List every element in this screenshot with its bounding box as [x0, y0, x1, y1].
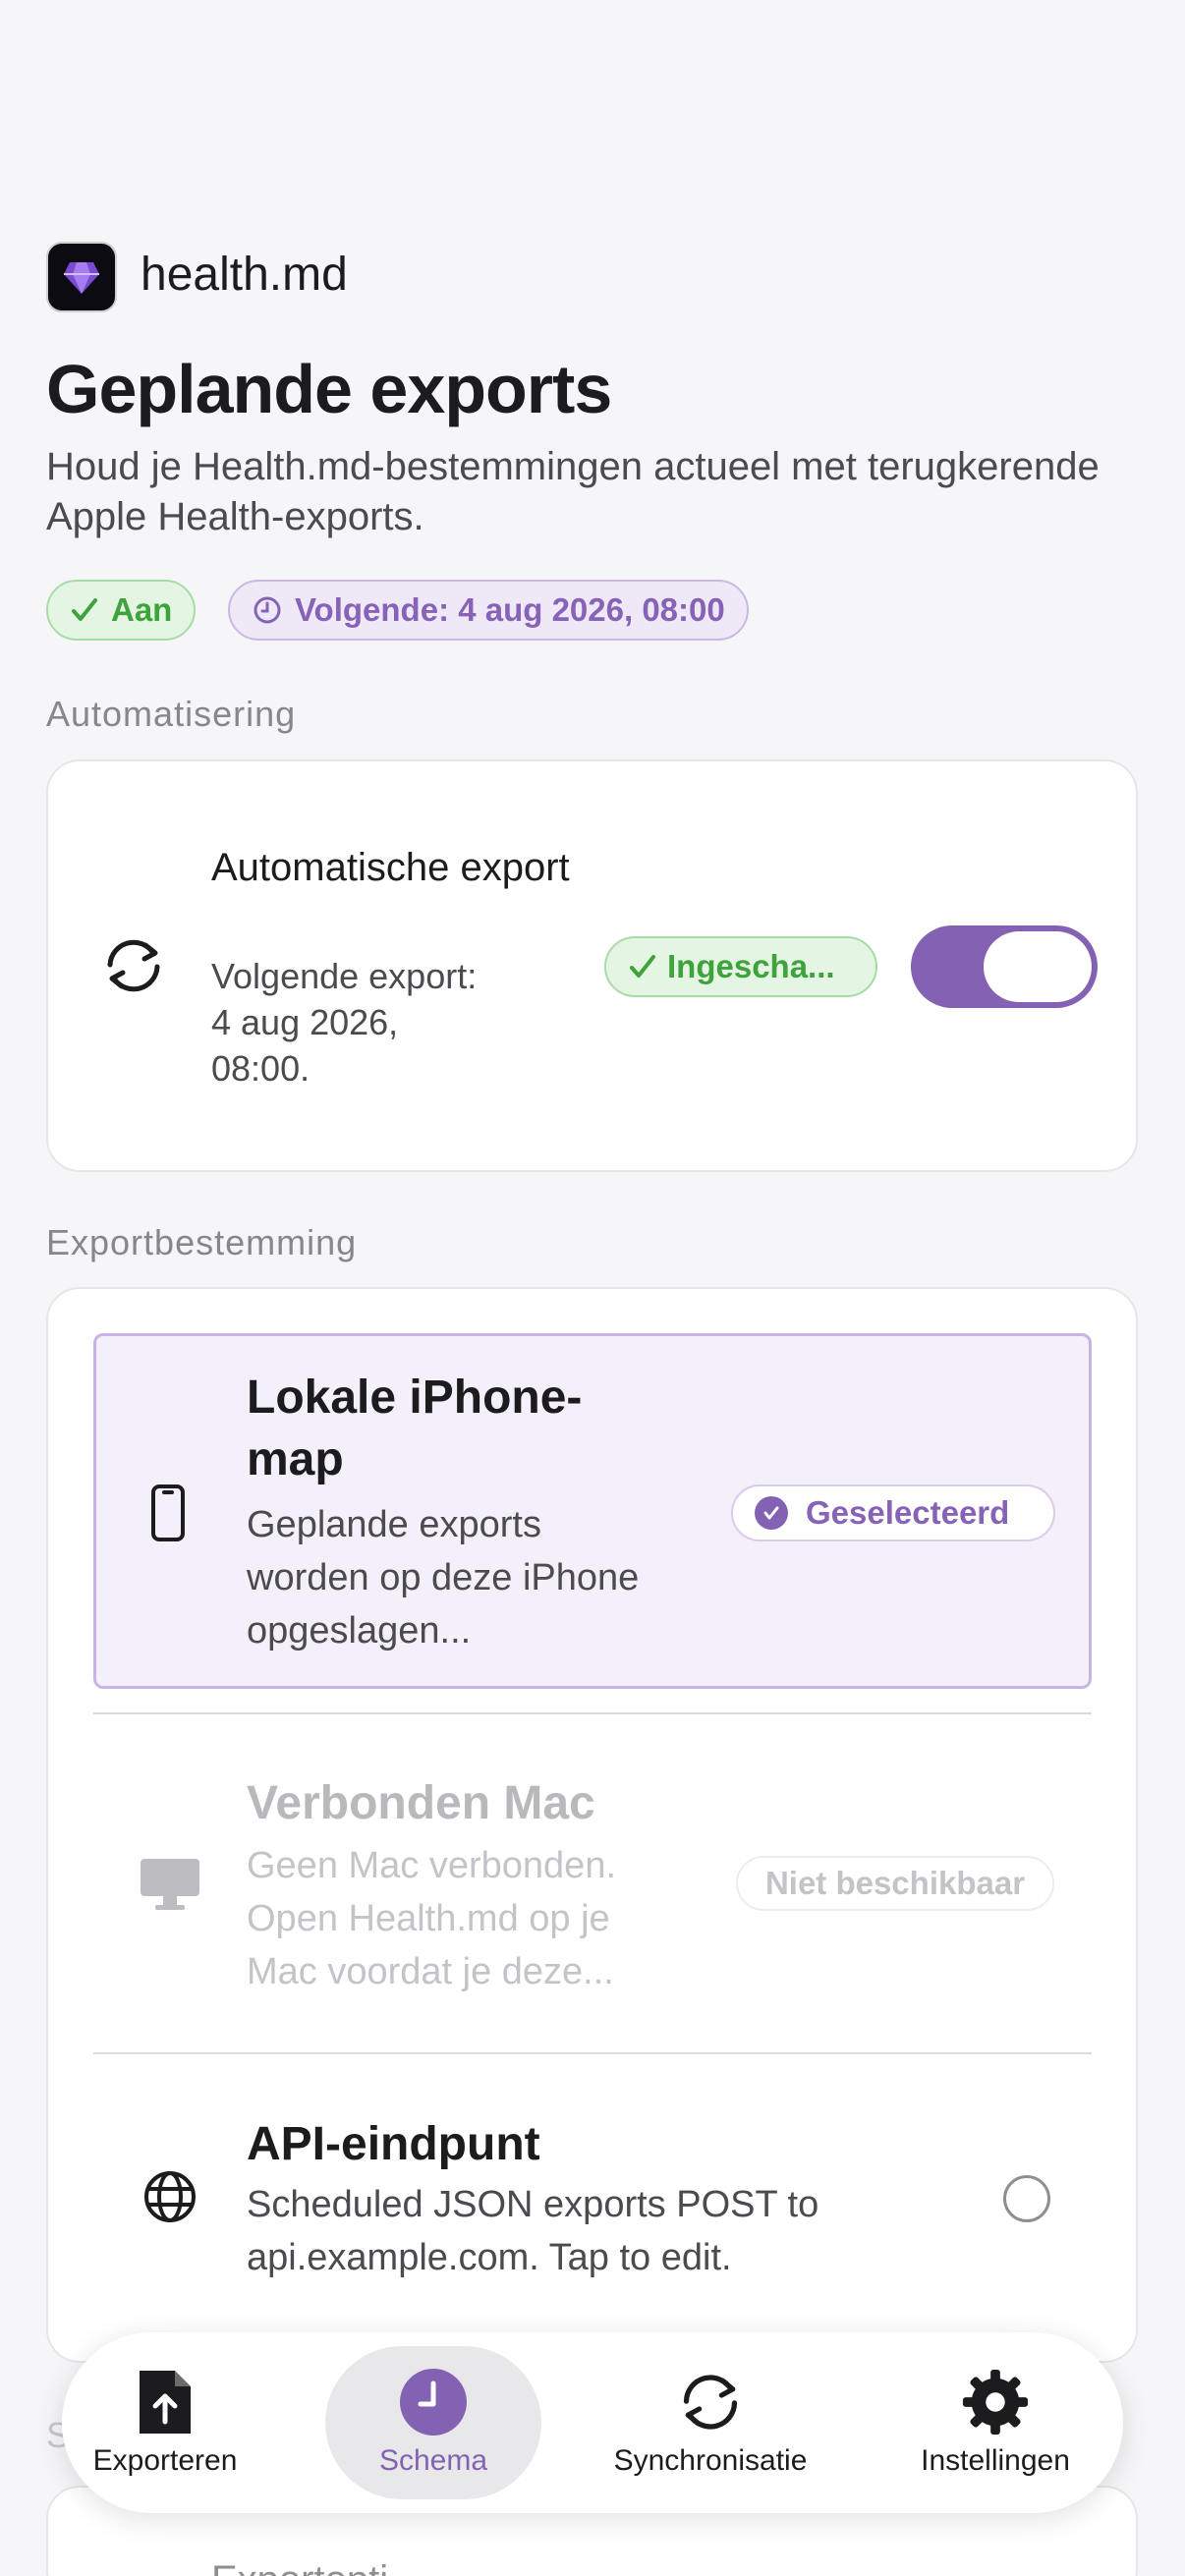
sync-icon [676, 2368, 745, 2436]
status-on-badge: Aan [46, 580, 197, 641]
unavailable-badge: Niet beschikbaar [736, 1856, 1054, 1911]
tab-schedule[interactable]: Schema [325, 2346, 541, 2499]
gear-icon [961, 2368, 1030, 2436]
automatic-export-title: Automatische export [211, 846, 570, 889]
enabled-badge: Ingescha... [604, 936, 877, 997]
enabled-badge-label: Ingescha... [667, 948, 835, 984]
clock-icon [399, 2368, 468, 2436]
automatic-export-toggle[interactable] [911, 925, 1098, 1008]
globe-icon [142, 2169, 198, 2224]
destination-desc-api[interactable]: Scheduled JSON exports POST to api.examp… [247, 2178, 934, 2284]
api-endpoint-radio[interactable] [1003, 2175, 1050, 2222]
destination-title-local: Lokale iPhone-map [247, 1372, 583, 1485]
next-export-badge: Volgende: 4 aug 2026, 08:00 [228, 580, 749, 641]
status-on-label: Aan [111, 591, 173, 628]
sync-icon [98, 935, 169, 996]
heart-gem-icon [64, 262, 99, 294]
app-name: health.md [141, 249, 348, 301]
desktop-icon [138, 1855, 202, 1914]
selected-badge-label: Geselecteerd [806, 1494, 1010, 1531]
toggle-knob [984, 931, 1092, 1002]
divider [93, 1712, 1092, 1714]
destination-title-mac: Verbonden Mac [247, 1777, 595, 1829]
destination-desc-local: Geplande exports worden op deze iPhone o… [247, 1504, 640, 1652]
automatic-export-subtitle: Volgende export: 4 aug 2026, 08:00. [211, 956, 478, 1089]
clock-icon [254, 596, 281, 624]
page-subtitle: Houd je Health.md-bestemmingen actueel m… [46, 445, 1100, 538]
checkmark-icon [72, 598, 97, 621]
export-document-icon [131, 2368, 199, 2436]
tab-export[interactable]: Exporteren [91, 2346, 239, 2499]
checkmark-circle-icon [755, 1496, 788, 1530]
destination-desc-mac: Geen Mac verbonden. Open Health.md op je… [247, 1845, 617, 1992]
tab-label-export: Exporteren [92, 2444, 238, 2477]
peek-item: Exportopti... [211, 2558, 421, 2576]
tab-label-settings: Instellingen [921, 2444, 1070, 2477]
tab-sync[interactable]: Synchronisatie [573, 2346, 848, 2499]
page-title: Geplande exports [46, 351, 612, 427]
section-label-automation: Automatisering [46, 694, 297, 734]
tab-label-schedule: Schema [378, 2444, 488, 2477]
tab-bar: Exporteren Schema Synchronisatie Instell… [62, 2332, 1123, 2513]
divider [93, 2052, 1092, 2054]
section-label-destination: Exportbestemming [46, 1222, 358, 1262]
checkmark-icon [630, 955, 655, 978]
next-export-label: Volgende: 4 aug 2026, 08:00 [295, 591, 725, 628]
destination-title-api[interactable]: API-eindpunt [247, 2113, 540, 2175]
tab-settings[interactable]: Instellingen [887, 2346, 1103, 2499]
selected-badge: Geselecteerd [731, 1484, 1055, 1541]
app-logo [46, 242, 117, 312]
iphone-icon [150, 1484, 186, 1542]
tab-label-sync: Synchronisatie [613, 2444, 808, 2477]
